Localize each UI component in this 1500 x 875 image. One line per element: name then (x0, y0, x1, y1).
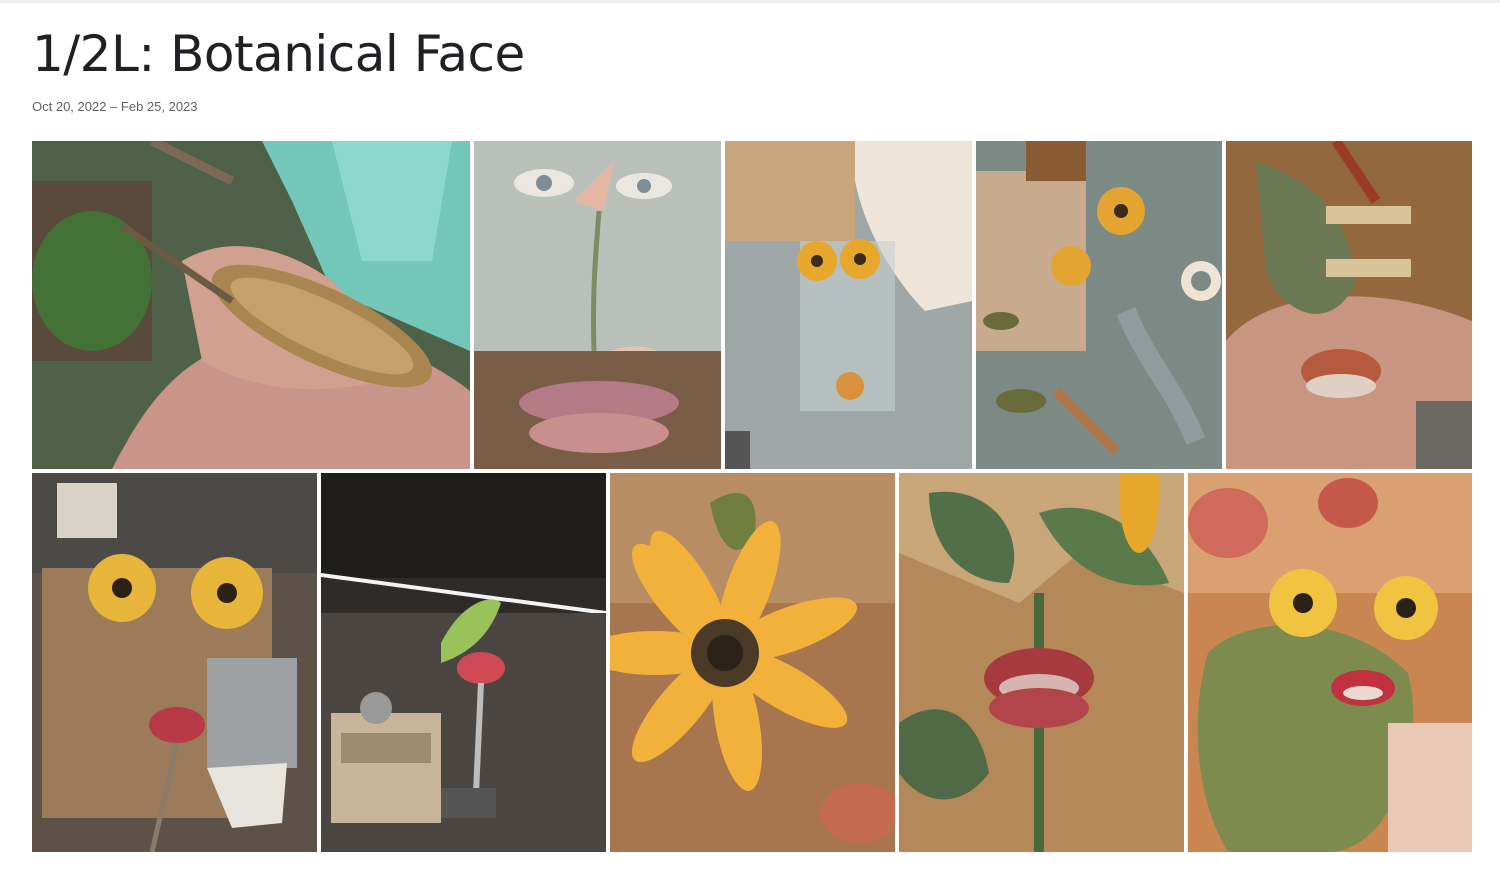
photo-thumbnail[interactable] (976, 141, 1222, 469)
photo-thumbnail[interactable] (474, 141, 721, 469)
photo-thumbnail[interactable] (899, 473, 1184, 852)
photo-thumbnail[interactable] (1226, 141, 1472, 469)
photo-thumbnail[interactable] (32, 141, 470, 469)
album-date-range: Oct 20, 2022 – Feb 25, 2023 (32, 99, 198, 114)
photo-thumbnail[interactable] (610, 473, 895, 852)
top-divider (0, 0, 1500, 3)
photo-thumbnail[interactable] (32, 473, 317, 852)
photo-thumbnail[interactable] (725, 141, 972, 469)
photo-thumbnail[interactable] (321, 473, 606, 852)
photo-thumbnail[interactable] (1188, 473, 1472, 852)
album-title: 1/2L: Botanical Face (32, 25, 525, 83)
